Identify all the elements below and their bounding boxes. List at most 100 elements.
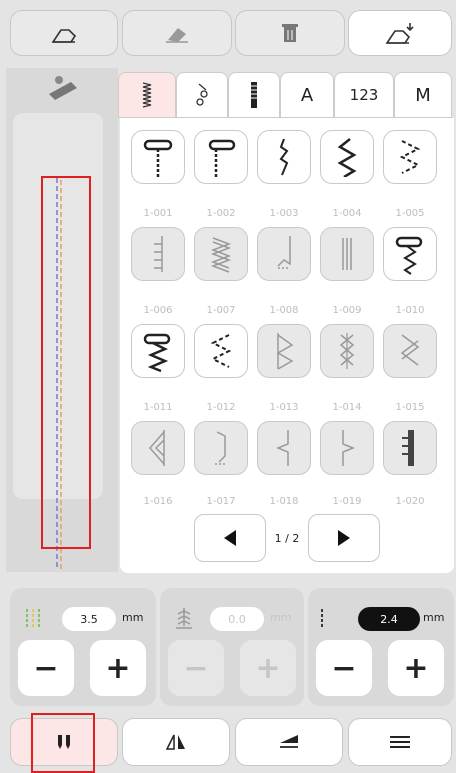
- dashed-zigzag-icon: [399, 140, 421, 174]
- mirror-button[interactable]: [122, 718, 230, 766]
- stitch-code: 1-005: [395, 208, 425, 219]
- tab-memory[interactable]: M: [394, 72, 452, 118]
- stitch-length-icon: [321, 609, 323, 629]
- straight-stitch-tab-icon: [142, 82, 152, 108]
- stitch-1-020[interactable]: [383, 421, 437, 475]
- stretch-stitch-icon: [279, 138, 289, 176]
- top-toolbar: [0, 0, 456, 66]
- stitch-code: 1-015: [395, 402, 425, 413]
- twin-needle-highlight: [31, 713, 95, 773]
- tab-label: A: [300, 84, 314, 106]
- stitch-preview-highlight: [41, 176, 91, 549]
- tab-label: M: [415, 84, 431, 106]
- hem-stitch-icon: [277, 236, 291, 269]
- tab-decorative-stitches[interactable]: [176, 72, 228, 118]
- satin-bar-icon: [402, 430, 414, 466]
- straight-stitch-left-icon: [208, 139, 236, 177]
- triple-zigzag-icon: [210, 237, 232, 273]
- stitch-1-001[interactable]: [131, 130, 185, 184]
- stitch-code: 1-001: [143, 208, 173, 219]
- tab-label: 123: [349, 86, 379, 104]
- plus-icon: +: [105, 650, 131, 686]
- stitch-code: 1-016: [143, 496, 173, 507]
- zigzag-stitch-icon: [337, 138, 357, 177]
- width-decrease-button[interactable]: −: [18, 640, 74, 696]
- stitch-1-015[interactable]: [383, 324, 437, 378]
- stitch-code: 1-020: [395, 496, 425, 507]
- length-decrease-button[interactable]: −: [316, 640, 372, 696]
- prev-page-button[interactable]: [194, 514, 266, 562]
- tension-increase-button[interactable]: +: [240, 640, 296, 696]
- elastic-hem-icon: [215, 431, 227, 465]
- minus-icon: −: [331, 650, 357, 686]
- stitch-1-017[interactable]: [194, 421, 248, 475]
- stitch-1-016[interactable]: [131, 421, 185, 475]
- tab-straight-stitches[interactable]: [118, 72, 176, 118]
- tab-buttonholes[interactable]: [228, 72, 280, 118]
- cross-stitch-icon: [339, 333, 355, 369]
- stitch-code: 1-011: [143, 402, 173, 413]
- dashed-chevron-icon: [210, 334, 232, 368]
- mirror-icon: [165, 734, 185, 750]
- erase-outline-button[interactable]: [10, 10, 118, 56]
- stitch-1-014[interactable]: [320, 324, 374, 378]
- stitch-1-007[interactable]: [194, 227, 248, 281]
- tab-numbers[interactable]: 123: [334, 72, 394, 118]
- menu-button[interactable]: [348, 718, 452, 766]
- eraser-button[interactable]: [122, 10, 232, 56]
- stitch-code: 1-019: [332, 496, 362, 507]
- stitch-code: 1-014: [332, 402, 362, 413]
- stitch-length-value: 2.4: [358, 607, 420, 631]
- stitch-1-009[interactable]: [320, 227, 374, 281]
- minus-icon: −: [33, 650, 59, 686]
- next-page-button[interactable]: [308, 514, 380, 562]
- stitch-1-013[interactable]: [257, 324, 311, 378]
- overlock-stitch-icon: [276, 333, 294, 370]
- direction-button[interactable]: [235, 718, 343, 766]
- stitch-1-011[interactable]: [131, 324, 185, 378]
- stitch-code: 1-012: [206, 402, 236, 413]
- tension-icon: [176, 608, 192, 629]
- width-increase-button[interactable]: +: [90, 640, 146, 696]
- stitch-code: 1-002: [206, 208, 236, 219]
- stitch-code: 1-010: [395, 305, 425, 316]
- stitch-width-control: 3.5 mm − +: [10, 588, 156, 706]
- stitch-grid: 1-001 1-002 1-003 1-004 1-005 1-006 1-00…: [120, 118, 454, 573]
- stitch-1-008[interactable]: [257, 227, 311, 281]
- stitch-1-002[interactable]: [194, 130, 248, 184]
- tension-decrease-button[interactable]: −: [168, 640, 224, 696]
- triangle-right-icon: [338, 530, 350, 546]
- stitch-1-012[interactable]: [194, 324, 248, 378]
- stitch-1-004[interactable]: [320, 130, 374, 184]
- menu-icon: [390, 736, 410, 748]
- stitch-code: 1-009: [332, 305, 362, 316]
- tab-alphabet[interactable]: A: [280, 72, 334, 118]
- presser-foot-pedal-icon: [49, 76, 77, 100]
- export-stitch-button[interactable]: [348, 10, 452, 56]
- stitch-1-019[interactable]: [320, 421, 374, 475]
- double-cross-icon: [400, 334, 420, 366]
- eraser-outline-icon: [51, 29, 77, 43]
- plus-icon: +: [403, 650, 429, 686]
- stitch-width-unit: mm: [122, 611, 144, 624]
- stitch-code: 1-013: [269, 402, 299, 413]
- triple-straight-icon: [342, 238, 352, 270]
- triangle-left-icon: [224, 530, 236, 546]
- stitch-1-010[interactable]: [383, 227, 437, 281]
- eraser-icon: [166, 28, 188, 43]
- direction-icon: [280, 735, 298, 748]
- tension-unit: mm: [270, 611, 292, 624]
- stitch-code: 1-007: [206, 305, 236, 316]
- stitch-1-003[interactable]: [257, 130, 311, 184]
- delete-button[interactable]: [235, 10, 345, 56]
- length-increase-button[interactable]: +: [388, 640, 444, 696]
- rick-rack-icon: [342, 430, 356, 466]
- page-indicator: 1 / 2: [274, 532, 300, 545]
- plus-icon: +: [255, 650, 281, 686]
- buttonhole-tab-icon: [251, 82, 257, 108]
- stitch-1-018[interactable]: [257, 421, 311, 475]
- stitch-1-006[interactable]: [131, 227, 185, 281]
- stitch-code: 1-008: [269, 305, 299, 316]
- tension-value: 0.0: [210, 607, 264, 631]
- stitch-1-005[interactable]: [383, 130, 437, 184]
